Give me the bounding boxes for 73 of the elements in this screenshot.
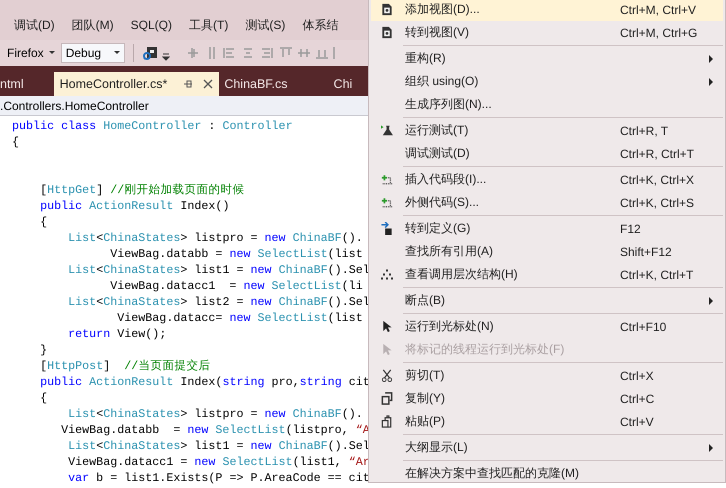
context-menu-item[interactable]: 断点(B) bbox=[371, 289, 723, 312]
close-icon[interactable] bbox=[203, 79, 214, 89]
scissors-icon bbox=[381, 369, 393, 382]
code-line: public ActionResult Index(string pro,string cit bbox=[39, 375, 370, 389]
context-menu-item[interactable]: 转到定义(G) F12 bbox=[371, 217, 723, 240]
context-menu-item[interactable]: 转到视图(V) Ctrl+M, Ctrl+G bbox=[371, 21, 723, 44]
menu-bar-item[interactable]: 测试(S) bbox=[241, 16, 290, 34]
code-line: List<ChinaStates> list1 = new ChinaBF().Sel bbox=[67, 439, 370, 453]
flask-icon bbox=[381, 124, 393, 137]
code-line: public ActionResult Index() bbox=[39, 199, 230, 213]
pin-icon[interactable] bbox=[183, 79, 194, 89]
code-line: ViewBag.databb = new SelectList(list bbox=[109, 247, 363, 261]
code-line: List<ChinaStates> list2 = new ChinaBF().Sel bbox=[67, 295, 370, 309]
document-icon bbox=[381, 26, 393, 39]
context-menu-item[interactable]: 查找所有引用(A) Shift+F12 bbox=[371, 240, 723, 263]
context-menu-item[interactable]: 运行测试(T) Ctrl+R, T bbox=[371, 119, 723, 142]
code-line: return View(); bbox=[67, 327, 166, 341]
navigation-breadcrumb[interactable]: .Controllers.HomeController bbox=[0, 98, 149, 112]
menu-bar-item[interactable]: 工具(T) bbox=[185, 16, 232, 34]
menu-bar-item[interactable]: 体系结 bbox=[298, 16, 342, 34]
menu-bar-item[interactable]: 团队(M) bbox=[68, 16, 118, 34]
cursor-icon bbox=[381, 320, 393, 333]
clipboard-icon bbox=[381, 415, 393, 428]
code-line: [HttpPost] //当页面提交后 bbox=[39, 359, 210, 373]
code-line: { bbox=[39, 391, 48, 405]
go-to-definition-icon bbox=[381, 222, 393, 235]
submenu-arrow-icon bbox=[709, 54, 713, 62]
context-menu-item[interactable]: 运行到光标处(N) Ctrl+F10 bbox=[371, 315, 723, 338]
code-line: { bbox=[11, 135, 20, 149]
snippet-icon bbox=[381, 196, 393, 209]
document-icon bbox=[381, 3, 393, 16]
context-menu-item[interactable]: 查看调用层次结构(H) Ctrl+K, Ctrl+T bbox=[371, 263, 723, 286]
code-line: ViewBag.datacc1 = new SelectList(list1, “Ar bbox=[67, 455, 370, 469]
context-menu-item[interactable]: 调试测试(D) Ctrl+R, Ctrl+T bbox=[371, 142, 723, 165]
context-menu-item[interactable]: 剪切(T) Ctrl+X bbox=[371, 364, 723, 387]
code-line: var b = list1.Exists(P => P.AreaCode == cit bbox=[67, 471, 370, 485]
menu-bar-item[interactable]: SQL(Q) bbox=[126, 18, 176, 32]
context-menu-item[interactable]: 添加视图(D)... Ctrl+M, Ctrl+V bbox=[371, 0, 723, 21]
configuration-dropdown[interactable]: Debug bbox=[60, 43, 125, 63]
code-line: List<ChinaStates> listpro = new ChinaBF(). bbox=[67, 407, 363, 421]
menu-bar-item[interactable]: 调试(D) bbox=[10, 16, 59, 34]
submenu-arrow-icon bbox=[709, 444, 713, 452]
context-menu-item[interactable]: 粘贴(P) Ctrl+V bbox=[371, 410, 723, 433]
file-tab[interactable]: Chi bbox=[334, 72, 352, 96]
context-menu-item[interactable]: 插入代码段(I)... Ctrl+K, Ctrl+X bbox=[371, 168, 723, 191]
file-tab[interactable]: ChinaBF.cs bbox=[224, 72, 288, 96]
file-tab[interactable]: HomeController.cs* bbox=[54, 72, 220, 96]
code-line: List<ChinaStates> list1 = new ChinaBF().Sel bbox=[67, 263, 370, 277]
browser-dropdown[interactable]: Firefox bbox=[5, 45, 57, 61]
context-menu-item[interactable]: 复制(Y) Ctrl+C bbox=[371, 387, 723, 410]
submenu-arrow-icon bbox=[709, 78, 713, 86]
code-line: public class HomeController : Controller bbox=[11, 119, 293, 133]
file-tab[interactable]: ntml bbox=[0, 72, 24, 96]
attach-icon[interactable] bbox=[142, 45, 158, 61]
context-menu-item[interactable]: 在解决方案中查找匹配的克隆(M) bbox=[371, 462, 723, 485]
context-menu-item[interactable]: 生成序列图(N)... bbox=[371, 93, 723, 116]
code-line: List<ChinaStates> listpro = new ChinaBF(). bbox=[67, 231, 363, 245]
context-menu-item[interactable]: 重构(R) bbox=[371, 47, 723, 70]
context-menu-item[interactable]: 组织 using(O) bbox=[371, 70, 723, 93]
code-line: ViewBag.datacc= new SelectList(list bbox=[116, 311, 363, 325]
copy-icon bbox=[381, 392, 393, 405]
code-line: } bbox=[39, 343, 48, 357]
caret-icon bbox=[114, 51, 120, 55]
hierarchy-icon bbox=[381, 268, 393, 281]
code-line: ViewBag.datacc1 = new SelectList(li bbox=[109, 279, 363, 293]
cursor-icon bbox=[381, 343, 393, 356]
context-menu-item[interactable]: 大纲显示(L) bbox=[371, 436, 723, 459]
code-line: { bbox=[39, 215, 48, 229]
context-menu-item[interactable]: 外侧代码(S)... Ctrl+K, Ctrl+S bbox=[371, 191, 723, 214]
caret-icon bbox=[48, 51, 55, 55]
snippet-icon bbox=[381, 173, 393, 186]
submenu-arrow-icon bbox=[709, 296, 713, 304]
code-line: [HttpGet] //刚开始加载页面的时候 bbox=[39, 183, 244, 197]
